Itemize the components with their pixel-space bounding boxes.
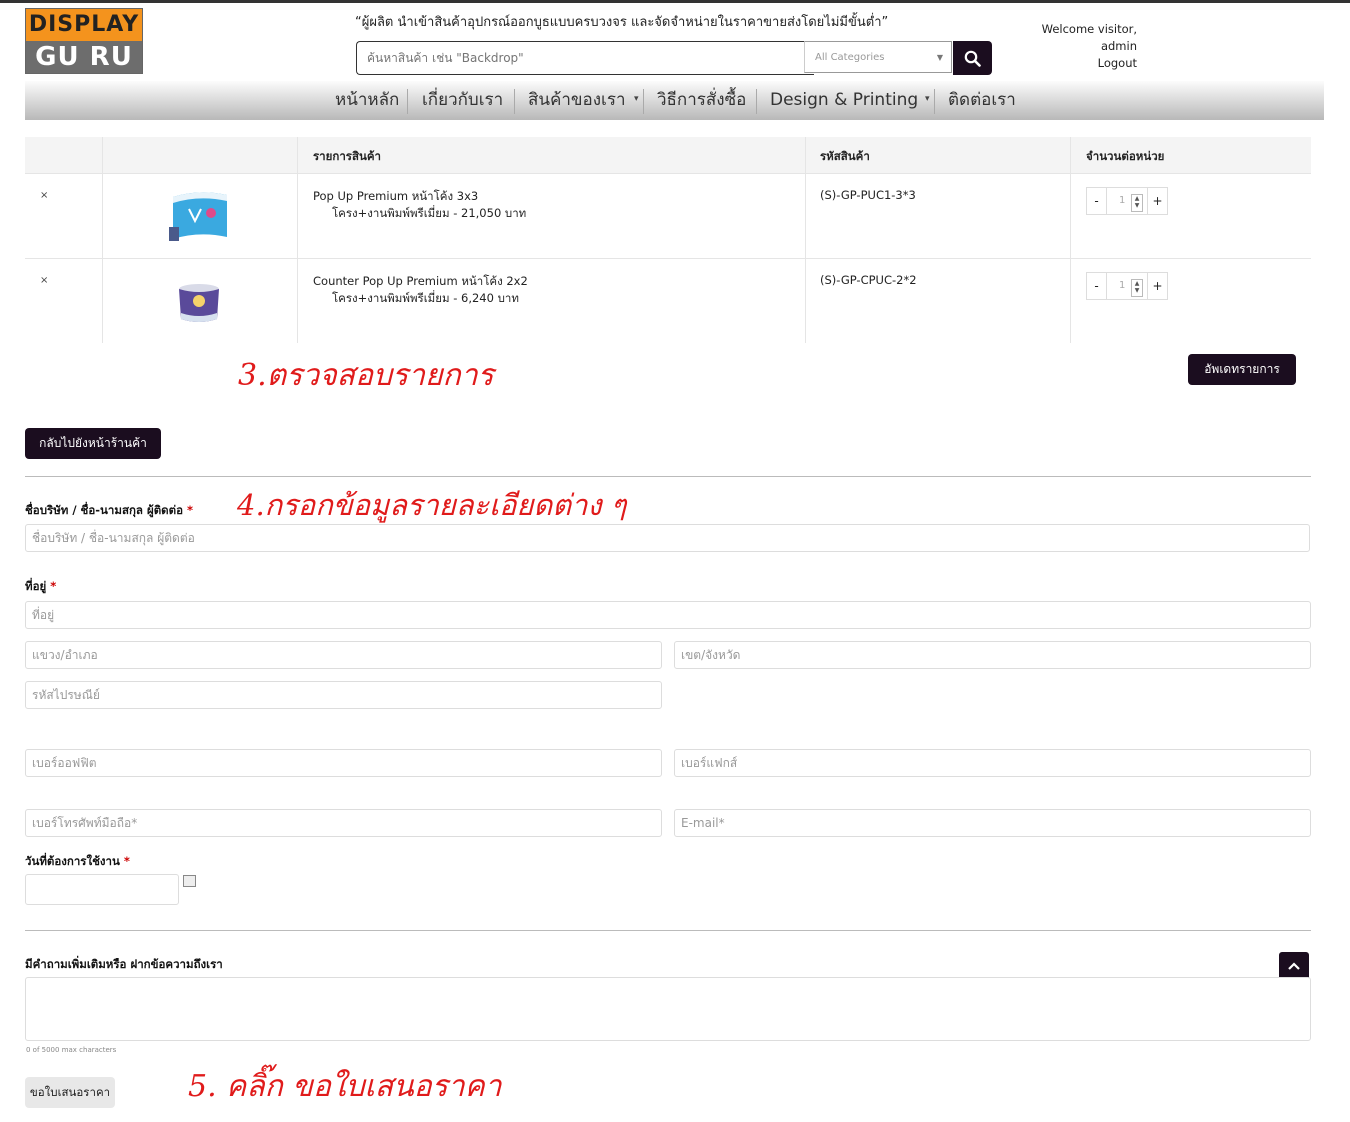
nav-separator — [643, 89, 644, 114]
province-field[interactable]: เขต/จังหวัด — [674, 641, 1311, 669]
product-option: โครง+งานพิมพ์พรีเมี่ยม - 6,240 บาท — [332, 291, 519, 305]
logo-line-1: DISPLAY — [26, 9, 142, 41]
search-button[interactable] — [953, 41, 992, 75]
dropdown-icon: ▾ — [634, 94, 639, 104]
back-to-shop-button[interactable]: กลับไปยังหน้าร้านค้า — [25, 428, 161, 459]
office-phone-field[interactable]: เบอร์ออฟฟิต — [25, 749, 662, 777]
date-label: วันที่ต้องการใช้งาน * — [25, 853, 130, 871]
date-label-text: วันที่ต้องการใช้งาน — [25, 854, 120, 868]
address-field[interactable]: ที่อยู่ — [25, 601, 1311, 629]
quantity-value: 1 — [1119, 280, 1126, 291]
nav-separator — [934, 89, 935, 114]
column-divider — [805, 137, 806, 343]
annotation-step-5: 5. คลิ๊ก ขอใบเสนอราคา — [188, 1069, 502, 1104]
chevron-up-icon — [1288, 962, 1300, 970]
quantity-increase-button[interactable]: + — [1147, 272, 1168, 300]
row-divider — [25, 173, 1311, 174]
product-option: โครง+งานพิมพ์พรีเมี่ยม - 21,050 บาท — [332, 206, 527, 220]
nav-howto[interactable]: วิธีการสั่งซื้อ — [657, 81, 746, 120]
column-header-qty: จำนวนต่อหน่วย — [1086, 149, 1165, 163]
category-select[interactable]: All Categories ▼ — [804, 41, 952, 73]
product-sku: (S)-GP-PUC1-3*3 — [820, 188, 916, 202]
company-label-text: ชื่อบริษัท / ชื่อ-นามสกุล ผู้ติดต่อ — [25, 503, 184, 517]
nav-contact[interactable]: ติดต่อเรา — [948, 81, 1016, 120]
required-mark: * — [187, 503, 194, 517]
quantity-increase-button[interactable]: + — [1147, 187, 1168, 215]
search-bar: All Categories ▼ — [356, 41, 992, 75]
fax-field[interactable]: เบอร์แฟกส์ — [674, 749, 1311, 777]
request-quote-button[interactable]: ขอใบเสนอราคา — [25, 1077, 115, 1108]
spinner-icon[interactable]: ▲ ▼ — [1131, 194, 1143, 212]
char-counter: 0 of 5000 max characters — [26, 1046, 117, 1054]
remove-item-button[interactable]: × — [40, 275, 48, 286]
category-select-value: All Categories — [815, 52, 885, 63]
column-divider — [297, 137, 298, 343]
spinner-icon[interactable]: ▲ ▼ — [1131, 279, 1143, 297]
quantity-input[interactable]: 1 ▲ ▼ — [1107, 187, 1147, 215]
district-field[interactable]: แขวง/อำเภอ — [25, 641, 662, 669]
message-label: มีคำถามเพิ่มเติมหรือ ฝากข้อความถึงเรา — [25, 957, 223, 971]
site-tagline: “ผู้ผลิต นำเข้าสินค้าอุปกรณ์ออกบูธแบบครบ… — [355, 15, 889, 30]
product-sku: (S)-GP-CPUC-2*2 — [820, 273, 917, 287]
column-divider — [1070, 137, 1071, 343]
quantity-stepper: - 1 ▲ ▼ + — [1086, 272, 1168, 300]
nav-about[interactable]: เกี่ยวกับเรา — [422, 81, 503, 120]
product-name[interactable]: Pop Up Premium หน้าโค้ง 3x3 — [313, 188, 478, 206]
column-divider — [102, 137, 103, 343]
main-nav: หน้าหลัก เกี่ยวกับเรา สินค้าของเรา ▾ วิธ… — [25, 81, 1324, 120]
logout-link[interactable]: Logout — [1009, 55, 1137, 72]
caret-down-icon: ▼ — [936, 53, 943, 62]
section-divider — [25, 930, 1311, 931]
product-image[interactable] — [169, 187, 229, 243]
date-field[interactable] — [25, 874, 179, 905]
product-image[interactable] — [177, 283, 221, 325]
annotation-step-3: 3.ตรวจสอบรายการ — [238, 358, 494, 393]
nav-separator — [756, 89, 757, 114]
nav-products[interactable]: สินค้าของเรา — [528, 81, 626, 120]
zipcode-field[interactable]: รหัสไปรษณีย์ — [25, 681, 662, 709]
update-cart-button[interactable]: อัพเดทรายการ — [1188, 354, 1296, 385]
calendar-icon[interactable] — [183, 875, 196, 887]
quantity-stepper: - 1 ▲ ▼ + — [1086, 187, 1168, 215]
welcome-text: Welcome visitor, admin — [1041, 22, 1137, 53]
company-label: ชื่อบริษัท / ชื่อ-นามสกุล ผู้ติดต่อ * — [25, 502, 193, 520]
company-field[interactable]: ชื่อบริษัท / ชื่อ-นามสกุล ผู้ติดต่อ — [25, 524, 1310, 552]
quantity-value: 1 — [1119, 195, 1126, 206]
nav-design[interactable]: Design & Printing — [770, 81, 918, 120]
nav-separator — [407, 89, 408, 114]
column-header-item: รายการสินค้า — [313, 149, 382, 163]
address-label: ที่อยู่ * — [25, 578, 56, 596]
email-field[interactable]: E-mail* — [674, 809, 1311, 837]
address-label-text: ที่อยู่ — [25, 579, 47, 593]
column-header-sku: รหัสสินค้า — [820, 149, 870, 163]
search-input[interactable] — [356, 41, 814, 75]
remove-item-button[interactable]: × — [40, 190, 48, 201]
site-logo[interactable]: DISPLAY GU RU — [25, 8, 143, 74]
cart-table: รายการสินค้า รหัสสินค้า จำนวนต่อหน่วย × … — [25, 137, 1311, 343]
user-panel: Welcome visitor, admin Logout — [1009, 21, 1137, 72]
required-mark: * — [123, 854, 130, 868]
quantity-decrease-button[interactable]: - — [1086, 187, 1107, 215]
search-icon — [964, 50, 981, 67]
row-divider — [25, 258, 1311, 259]
annotation-step-4: 4.กรอกข้อมูลรายละเอียดต่าง ๆ — [237, 488, 627, 522]
quantity-decrease-button[interactable]: - — [1086, 272, 1107, 300]
top-border — [0, 0, 1350, 3]
quantity-input[interactable]: 1 ▲ ▼ — [1107, 272, 1147, 300]
nav-home[interactable]: หน้าหลัก — [335, 81, 399, 120]
section-divider — [25, 476, 1311, 477]
message-textarea[interactable] — [25, 977, 1311, 1041]
nav-separator — [514, 89, 515, 114]
mobile-field[interactable]: เบอร์โทรศัพท์มือถือ* — [25, 809, 662, 837]
product-name[interactable]: Counter Pop Up Premium หน้าโค้ง 2x2 — [313, 273, 528, 291]
logo-line-2: GU RU — [26, 41, 142, 73]
dropdown-icon: ▾ — [925, 94, 930, 104]
required-mark: * — [50, 579, 57, 593]
